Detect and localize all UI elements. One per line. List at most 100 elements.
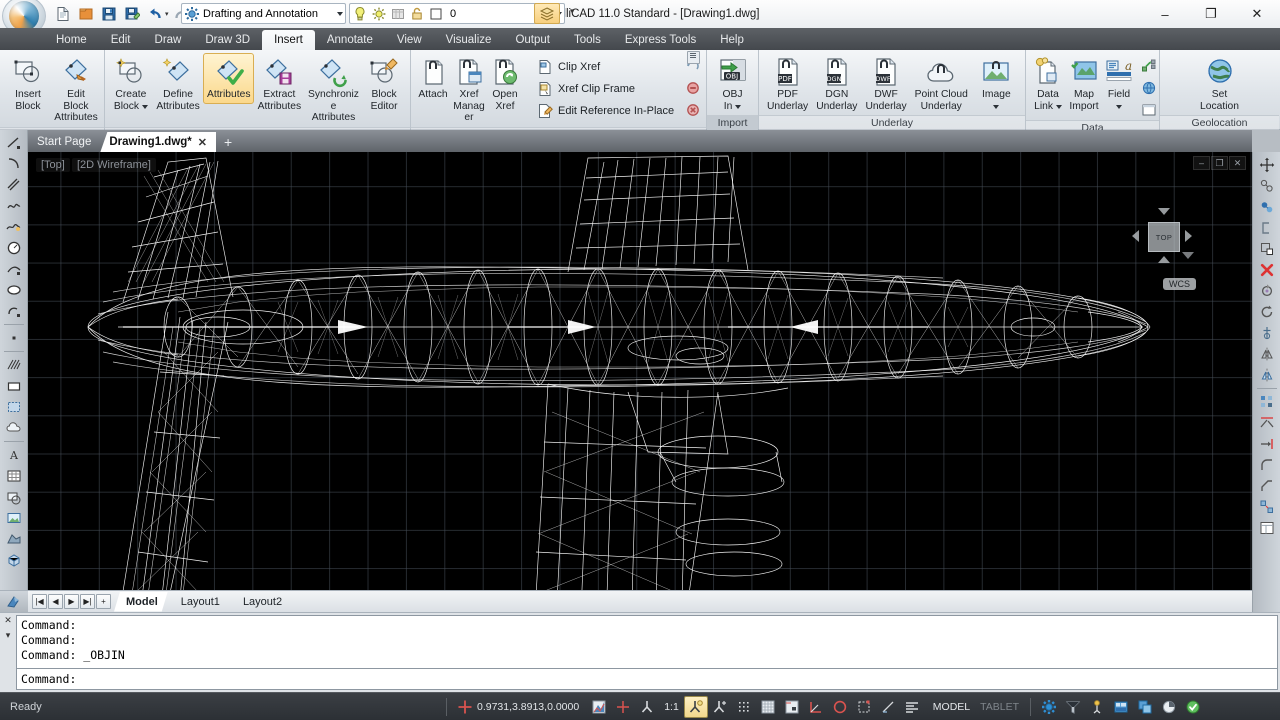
wcs-indicator[interactable]: WCS [1163, 278, 1196, 290]
coordinate-display-toggle[interactable] [453, 696, 477, 718]
line-tool-button[interactable] [3, 133, 25, 153]
double-line-tool-button[interactable] [3, 175, 25, 195]
table-tool-button[interactable] [3, 466, 25, 486]
close-icon[interactable]: ✕ [198, 136, 207, 149]
ortho-toggle[interactable] [780, 696, 804, 718]
move-tool-button[interactable] [1256, 155, 1278, 175]
snap-toggle[interactable] [635, 696, 659, 718]
clean-screen-button[interactable] [1061, 696, 1085, 718]
ribbon-tab-insert[interactable]: Insert [262, 30, 315, 50]
grid-toggle[interactable] [756, 696, 780, 718]
new-layout-button[interactable]: + [96, 594, 111, 609]
ribbon-tab-express-tools[interactable]: Express Tools [613, 30, 708, 50]
ribbon-tab-draw[interactable]: Draw [143, 30, 194, 50]
data-link-dropdown-caret[interactable] [1055, 104, 1062, 109]
pdf-underlay-button[interactable]: PDF PDF Underlay [763, 53, 812, 115]
unload-xref-button[interactable] [682, 78, 704, 98]
isolate-objects-button[interactable] [1085, 696, 1109, 718]
quick-access-more-button[interactable]: ▾ [570, 6, 575, 17]
ribbon-tab-draw3d[interactable]: Draw 3D [193, 30, 262, 50]
open-file-button[interactable] [75, 3, 97, 25]
drawing-canvas[interactable]: [Top] [2D Wireframe] – ❐ ✕ TOP WCS [28, 152, 1252, 590]
layer-manager-button[interactable] [534, 3, 560, 24]
save-file-button[interactable] [98, 3, 120, 25]
rotate-tool-button[interactable] [1256, 281, 1278, 301]
set-location-button[interactable]: Set Location [1187, 53, 1253, 115]
undo-button[interactable] [144, 3, 166, 25]
cloud-tool-button[interactable] [3, 418, 25, 438]
previous-layout-button[interactable]: ◀ [48, 594, 63, 609]
viewcube-face-label[interactable]: TOP [1148, 222, 1180, 252]
chamfer-tool-button[interactable] [1256, 476, 1278, 496]
layer-control[interactable]: 0 [349, 3, 565, 24]
new-file-button[interactable] [52, 3, 74, 25]
region-tool-button[interactable] [3, 397, 25, 417]
viewcube-arrow-left-icon[interactable] [1132, 230, 1139, 242]
first-layout-button[interactable]: |◀ [32, 594, 47, 609]
extract-attributes-button[interactable]: Extract Attributes [254, 53, 305, 115]
extend-tool-button[interactable] [1256, 434, 1278, 454]
edit-block-attributes-button[interactable]: Edit Block Attributes [52, 53, 100, 127]
dgn-underlay-button[interactable]: DGN DGN Underlay [812, 53, 861, 115]
viewport-minimize-button[interactable]: – [1193, 156, 1210, 170]
block-editor-button[interactable]: Block Editor [362, 53, 406, 115]
obj-in-button[interactable]: OBJ OBJ In [711, 53, 754, 115]
ribbon-tab-annotate[interactable]: Annotate [315, 30, 385, 50]
workspace-selector[interactable]: Drafting and Annotation [181, 3, 346, 24]
web-data-button[interactable] [1138, 78, 1160, 98]
command-line-close-button[interactable]: ✕ [4, 615, 12, 626]
settings-button[interactable] [1037, 696, 1061, 718]
create-block-button[interactable]: Create Block [109, 53, 153, 115]
xref-clip-frame-item[interactable]: Xref Clip Frame [533, 78, 678, 99]
xref-manager-button[interactable]: Xref Manager [451, 53, 487, 127]
point-cloud-underlay-button[interactable]: Point Cloud Underlay [911, 53, 972, 115]
viewcube-arrow-up-icon[interactable] [1158, 208, 1170, 215]
viewport-close-button[interactable]: ✕ [1229, 156, 1246, 170]
properties-tool-button[interactable] [1256, 518, 1278, 538]
attributes-button[interactable]: Attributes [203, 53, 255, 104]
edit-reference-in-place-item[interactable]: Edit Reference In-Place [533, 100, 678, 121]
polar-toggle[interactable] [804, 696, 828, 718]
hatch-tool-button[interactable] [3, 355, 25, 375]
mirror3d-tool-button[interactable] [1256, 365, 1278, 385]
viewport-view-label[interactable]: [Top] [36, 158, 70, 172]
annotation-scale-readout[interactable]: 1:1 [659, 701, 684, 713]
dynamic-input-toggle[interactable] [876, 696, 900, 718]
save-as-button[interactable] [121, 3, 143, 25]
offset-tool-button[interactable] [1256, 197, 1278, 217]
status-ok-button[interactable] [1181, 696, 1205, 718]
ribbon-tab-edit[interactable]: Edit [99, 30, 143, 50]
new-document-tab-button[interactable]: + [216, 132, 240, 152]
copy-tool-button[interactable] [1256, 176, 1278, 196]
undo-dropdown-caret[interactable]: ▾ [165, 10, 169, 18]
insert-block-tool-button[interactable] [3, 487, 25, 507]
trim-tool-button[interactable] [1256, 413, 1278, 433]
circle-tool-button[interactable] [3, 238, 25, 258]
model-space-label[interactable]: MODEL [928, 701, 975, 713]
ribbon-tab-visualize[interactable]: Visualize [434, 30, 504, 50]
data-link-button[interactable]: Data Link [1030, 53, 1066, 115]
detach-xref-button[interactable] [682, 100, 704, 120]
create-block-dropdown-caret[interactable] [141, 104, 148, 109]
array-tool-button[interactable] [1256, 392, 1278, 412]
close-button[interactable]: ✕ [1234, 0, 1280, 28]
otrack-toggle[interactable] [708, 696, 732, 718]
annotation-visibility-toggle[interactable] [900, 696, 924, 718]
polyline-tool-button[interactable] [3, 301, 25, 321]
minimize-button[interactable]: – [1142, 0, 1188, 28]
image-dropdown-caret[interactable] [993, 104, 1000, 109]
ribbon-tab-home[interactable]: Home [44, 30, 99, 50]
tablet-label[interactable]: TABLET [975, 701, 1024, 713]
viewport-restore-button[interactable]: ❐ [1211, 156, 1228, 170]
viewcube-arrow-down-icon[interactable] [1158, 256, 1170, 263]
synchronize-attributes-button[interactable]: Synchronize Attributes [305, 53, 363, 127]
dynamic-ucs-toggle[interactable] [852, 696, 876, 718]
hardware-accel-button[interactable] [1157, 696, 1181, 718]
ribbon-tab-output[interactable]: Output [503, 30, 562, 50]
erase-tool-button[interactable] [1256, 260, 1278, 280]
view-cube[interactable]: TOP [1126, 200, 1200, 274]
obj-in-dropdown-caret[interactable] [735, 104, 742, 109]
next-layout-button[interactable]: ▶ [64, 594, 79, 609]
mirror-tool-button[interactable] [1256, 344, 1278, 364]
ribbon-tab-help[interactable]: Help [708, 30, 756, 50]
